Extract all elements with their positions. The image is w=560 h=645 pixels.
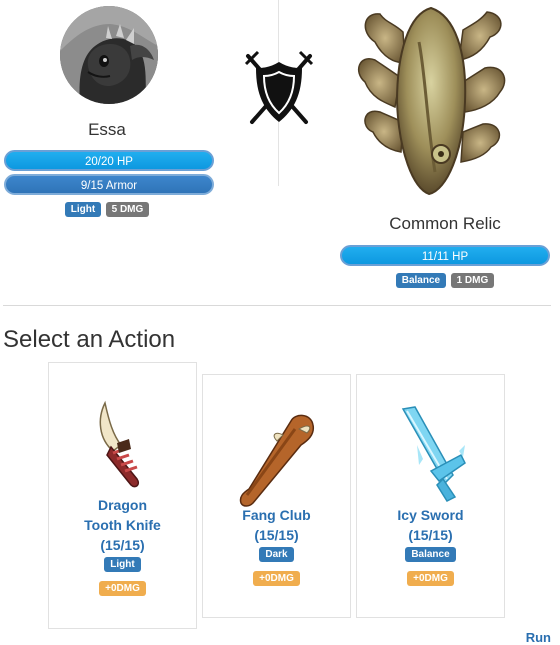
enemy-hp-bar: 11/11 HP [340, 245, 550, 266]
section-divider [3, 305, 551, 306]
player-damage-badge: 5 DMG [105, 202, 150, 217]
player-element-badge: Light [64, 202, 102, 217]
dragon-portrait-icon [60, 6, 158, 104]
player-badges: Light 5 DMG [0, 202, 214, 220]
player-avatar [60, 6, 158, 104]
enemy-name: Common Relic [389, 214, 501, 233]
action-element-badge: Dark [259, 547, 294, 562]
player-hp-bar: 20/20 HP [4, 150, 214, 171]
section-title: Select an Action [3, 326, 176, 353]
dragon-tooth-knife-icon [99, 400, 140, 488]
action-uses: (15/15) [408, 527, 453, 543]
enemy-badges: Balance 1 DMG [340, 273, 550, 291]
action-damage-badge: +0DMG [253, 571, 300, 586]
player-name: Essa [88, 120, 126, 139]
fang-club-icon [239, 414, 315, 507]
action-name-line1: Fang Club [242, 507, 311, 523]
enemy-damage-badge: 1 DMG [450, 273, 495, 288]
action-uses: (15/15) [254, 527, 299, 543]
run-button[interactable]: Run [526, 630, 551, 645]
action-card-dragon-tooth-knife[interactable]: Dragon Tooth Knife (15/15) Light +0DMG [48, 362, 197, 629]
common-relic-enemy-image [357, 6, 506, 196]
action-name-line1: Dragon [98, 497, 147, 513]
action-name-line1: Icy Sword [397, 507, 464, 523]
crossed-swords-shield-icon [244, 50, 314, 124]
icy-sword-icon [401, 406, 466, 502]
player-armor-bar: 9/15 Armor [4, 174, 214, 195]
action-element-badge: Light [104, 557, 141, 572]
action-damage-badge: +0DMG [99, 581, 146, 596]
action-name-line2: Tooth Knife [84, 517, 161, 533]
action-damage-badge: +0DMG [407, 571, 454, 586]
action-element-badge: Balance [405, 547, 456, 562]
action-uses: (15/15) [100, 537, 145, 553]
enemy-element-badge: Balance [395, 273, 447, 288]
action-card-fang-club[interactable]: Fang Club (15/15) Dark +0DMG [202, 374, 351, 618]
action-card-icy-sword[interactable]: Icy Sword (15/15) Balance +0DMG [356, 374, 505, 618]
